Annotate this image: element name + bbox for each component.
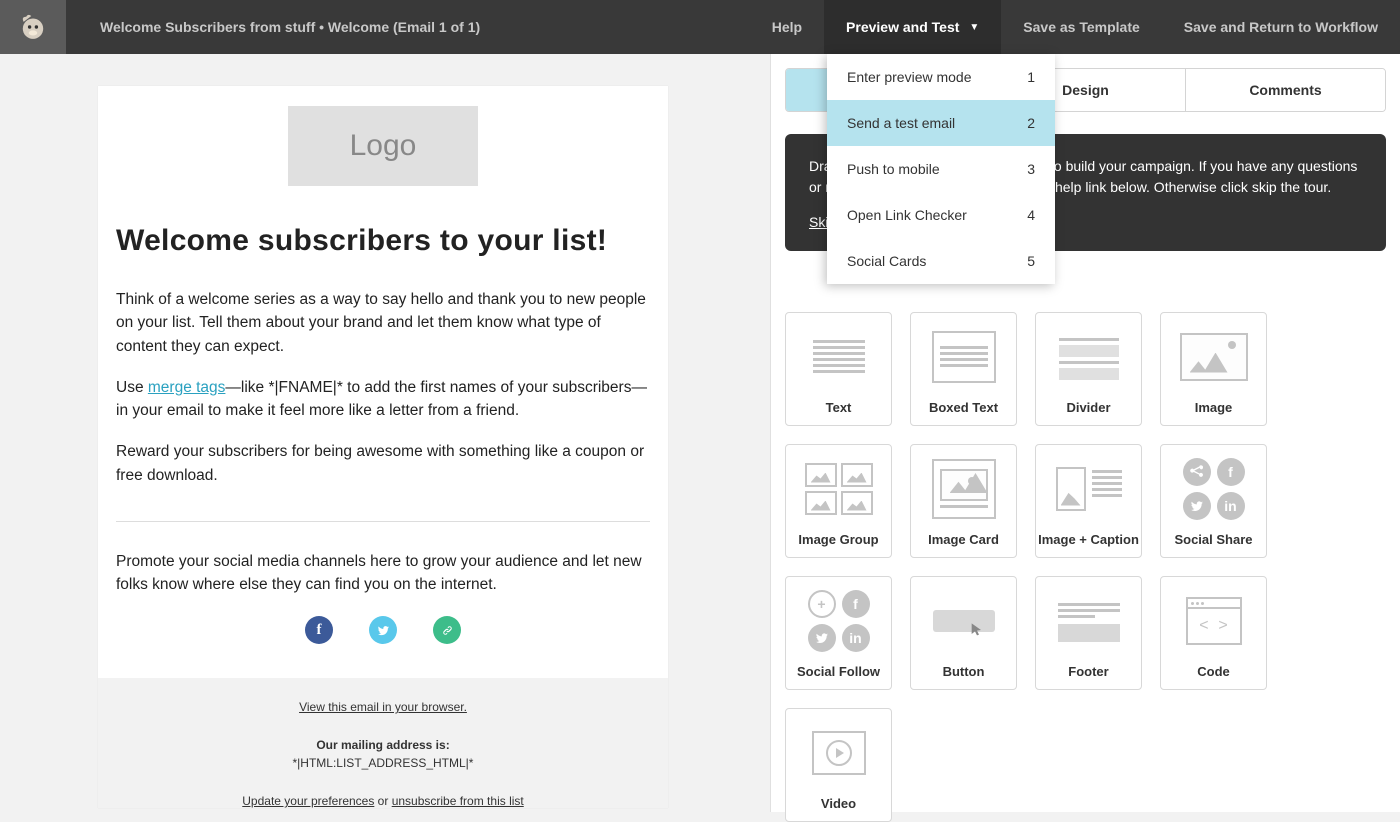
email-paragraph-3[interactable]: Reward your subscribers for being awesom… (116, 440, 650, 487)
dropdown-link-checker[interactable]: Open Link Checker4 (827, 192, 1055, 238)
block-code[interactable]: < >Code (1160, 576, 1267, 690)
block-social-share[interactable]: finSocial Share (1160, 444, 1267, 558)
twitter-small-icon (808, 624, 836, 652)
linkedin-small-icon: in (1217, 492, 1245, 520)
facebook-small-icon: f (1217, 458, 1245, 486)
email-paragraph-4[interactable]: Promote your social media channels here … (116, 550, 650, 597)
unsubscribe-link[interactable]: unsubscribe from this list (392, 794, 524, 808)
block-image[interactable]: Image (1160, 312, 1267, 426)
block-text[interactable]: Text (785, 312, 892, 426)
dropdown-send-test[interactable]: Send a test email2 (827, 100, 1055, 146)
mailing-address-value: *|HTML:LIST_ADDRESS_HTML|* (98, 756, 668, 770)
save-as-template-button[interactable]: Save as Template (1001, 0, 1161, 54)
linkedin-small-icon: in (842, 624, 870, 652)
block-boxed-text[interactable]: Boxed Text (910, 312, 1017, 426)
preview-and-test-menu[interactable]: Preview and Test ▼ (824, 0, 1001, 54)
app-header: Welcome Subscribers from stuff • Welcome… (0, 0, 1400, 54)
block-button[interactable]: Button (910, 576, 1017, 690)
dropdown-push-mobile[interactable]: Push to mobile3 (827, 146, 1055, 192)
email-canvas: Logo Welcome subscribers to your list! T… (0, 54, 770, 812)
help-link[interactable]: Help (750, 0, 824, 54)
logo-placeholder[interactable]: Logo (288, 106, 478, 186)
email-footer[interactable]: View this email in your browser. Our mai… (98, 678, 668, 808)
share-icon (1183, 458, 1211, 486)
email-divider (116, 521, 650, 522)
tab-comments[interactable]: Comments (1186, 69, 1385, 111)
email-paragraph-2[interactable]: Use merge tags—like *|FNAME|* to add the… (116, 376, 650, 423)
dropdown-enter-preview[interactable]: Enter preview mode1 (827, 54, 1055, 100)
social-row[interactable]: f (98, 616, 668, 644)
block-image-caption[interactable]: Image + Caption (1035, 444, 1142, 558)
chevron-down-icon: ▼ (969, 22, 979, 33)
facebook-icon[interactable]: f (305, 616, 333, 644)
block-image-card[interactable]: Image Card (910, 444, 1017, 558)
email-paragraph-1[interactable]: Think of a welcome series as a way to sa… (116, 288, 650, 358)
merge-tags-link[interactable]: merge tags (148, 379, 226, 396)
link-icon[interactable] (433, 616, 461, 644)
email-heading[interactable]: Welcome subscribers to your list! (116, 224, 650, 258)
plus-icon: + (808, 590, 836, 618)
monkey-icon (16, 10, 50, 44)
block-social-follow[interactable]: +finSocial Follow (785, 576, 892, 690)
block-image-group[interactable]: Image Group (785, 444, 892, 558)
block-video[interactable]: Video (785, 708, 892, 822)
view-in-browser-link[interactable]: View this email in your browser. (299, 700, 467, 714)
twitter-icon[interactable] (369, 616, 397, 644)
twitter-small-icon (1183, 492, 1211, 520)
dropdown-social-cards[interactable]: Social Cards5 (827, 238, 1055, 284)
preview-test-dropdown: Enter preview mode1 Send a test email2 P… (827, 54, 1055, 284)
update-preferences-link[interactable]: Update your preferences (242, 794, 374, 808)
mailchimp-logo[interactable] (0, 0, 66, 54)
save-return-button[interactable]: Save and Return to Workflow (1162, 0, 1400, 54)
mailing-address-label: Our mailing address is: (98, 738, 668, 752)
email-preview[interactable]: Logo Welcome subscribers to your list! T… (98, 86, 668, 808)
preview-label: Preview and Test (846, 19, 959, 35)
block-footer[interactable]: Footer (1035, 576, 1142, 690)
facebook-small-icon: f (842, 590, 870, 618)
cursor-icon (969, 622, 985, 638)
page-title: Welcome Subscribers from stuff • Welcome… (100, 19, 480, 35)
content-blocks-grid: Text Boxed Text Divider Image Image Grou… (785, 312, 1386, 822)
block-divider[interactable]: Divider (1035, 312, 1142, 426)
